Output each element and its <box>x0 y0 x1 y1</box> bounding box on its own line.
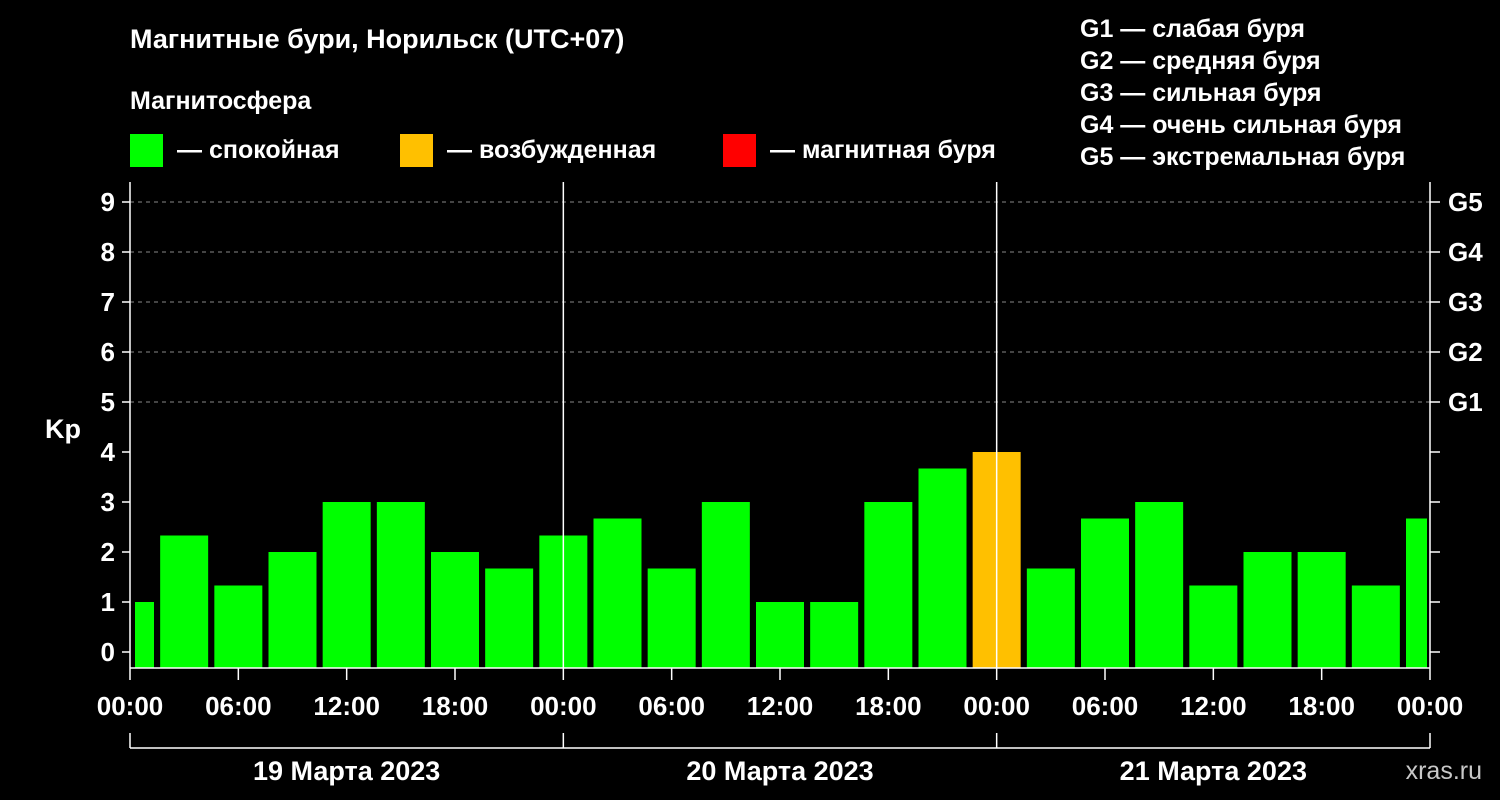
bar-21 <box>1243 552 1292 668</box>
storm-scale-item-0: G1 — слабая буря <box>1080 15 1305 43</box>
legend-label-2: — магнитная буря <box>770 136 996 164</box>
storm-scale-legend: G1 — слабая буря G2 — средняя буря G3 — си… <box>1080 15 1405 171</box>
x-tick-label-7: 18:00 <box>855 691 922 721</box>
right-tick-label-G5: G5 <box>1448 187 1483 217</box>
y-tick-label-1: 1 <box>101 587 115 617</box>
storm-scale-item-2: G3 — сильная буря <box>1080 79 1322 107</box>
y-tick-label-2: 2 <box>101 537 115 567</box>
x-tick-label-3: 18:00 <box>422 691 489 721</box>
bar-24 <box>1406 518 1427 668</box>
legend-swatch-2 <box>723 134 756 167</box>
legend-label-0: — спокойная <box>177 136 340 164</box>
y-tick-label-0: 0 <box>101 637 115 667</box>
y-tick-label-7: 7 <box>101 287 115 317</box>
x-tick-label-1: 06:00 <box>205 691 272 721</box>
x-tick-label-5: 06:00 <box>638 691 705 721</box>
chart-subtitle: Магнитосфера <box>130 87 312 115</box>
storm-scale-item-1: G2 — средняя буря <box>1080 47 1321 75</box>
watermark: xras.ru <box>1406 757 1482 785</box>
bar-0 <box>135 602 154 668</box>
bar-4 <box>322 502 371 668</box>
day-labels: 19 Марта 2023 20 Марта 2023 21 Марта 2023 <box>129 733 1431 786</box>
kp-chart: Магнитные бури, Норильск (UTC+07) Магнит… <box>45 15 1483 786</box>
bar-22 <box>1297 552 1346 668</box>
x-tick-label-9: 06:00 <box>1072 691 1139 721</box>
bar-2 <box>214 585 263 668</box>
bar-1 <box>160 535 209 668</box>
legend-label-1: — возбужденная <box>447 136 656 164</box>
legend: — спокойная — возбужденная — магнитная бур… <box>130 134 996 167</box>
x-tick-label-10: 12:00 <box>1180 691 1247 721</box>
bar-12 <box>756 602 804 668</box>
x-tick-label-11: 18:00 <box>1288 691 1355 721</box>
bar-11 <box>701 502 750 668</box>
day-label-1: 20 Марта 2023 <box>686 756 873 786</box>
y-axis-label: Kp <box>45 414 81 444</box>
legend-swatch-0 <box>130 134 163 167</box>
bar-18 <box>1081 518 1129 668</box>
bar-13 <box>810 602 859 668</box>
y-tick-label-8: 8 <box>101 237 115 267</box>
grid <box>130 201 1436 403</box>
bar-19 <box>1135 502 1184 668</box>
right-tick-label-G4: G4 <box>1448 237 1483 267</box>
storm-scale-item-3: G4 — очень сильная буря <box>1080 111 1402 139</box>
x-tick-label-12: 00:00 <box>1397 691 1464 721</box>
y-tick-label-6: 6 <box>101 337 115 367</box>
x-tick-label-2: 12:00 <box>313 691 380 721</box>
x-tick-label-0: 00:00 <box>97 691 164 721</box>
bar-7 <box>485 568 534 668</box>
bar-6 <box>431 552 479 668</box>
bar-3 <box>268 552 317 668</box>
bar-17 <box>1026 568 1075 668</box>
y-tick-label-4: 4 <box>101 437 116 467</box>
bar-5 <box>376 502 425 668</box>
day-label-0: 19 Марта 2023 <box>253 756 440 786</box>
y-tick-label-3: 3 <box>101 487 115 517</box>
bar-23 <box>1351 585 1400 668</box>
bars <box>135 452 1427 668</box>
legend-swatch-1 <box>400 134 433 167</box>
x-tick-labels: 00:00 06:00 12:00 18:00 00:00 06:00 12:00 18:00… <box>97 668 1464 721</box>
right-tick-label-G2: G2 <box>1448 337 1483 367</box>
bar-14 <box>864 502 913 668</box>
x-tick-label-6: 12:00 <box>747 691 814 721</box>
storm-scale-item-4: G5 — экстремальная буря <box>1080 143 1405 171</box>
bar-9 <box>593 518 642 668</box>
bar-15 <box>918 468 967 668</box>
right-tick-label-G3: G3 <box>1448 287 1483 317</box>
x-tick-label-8: 00:00 <box>963 691 1030 721</box>
chart-title: Магнитные бури, Норильск (UTC+07) <box>130 24 624 54</box>
x-tick-label-4: 00:00 <box>530 691 597 721</box>
right-tick-label-G1: G1 <box>1448 387 1483 417</box>
y-tick-label-5: 5 <box>101 387 115 417</box>
bar-10 <box>647 568 696 668</box>
day-label-2: 21 Марта 2023 <box>1120 756 1307 786</box>
bar-20 <box>1189 585 1238 668</box>
y-tick-label-9: 9 <box>101 187 115 217</box>
